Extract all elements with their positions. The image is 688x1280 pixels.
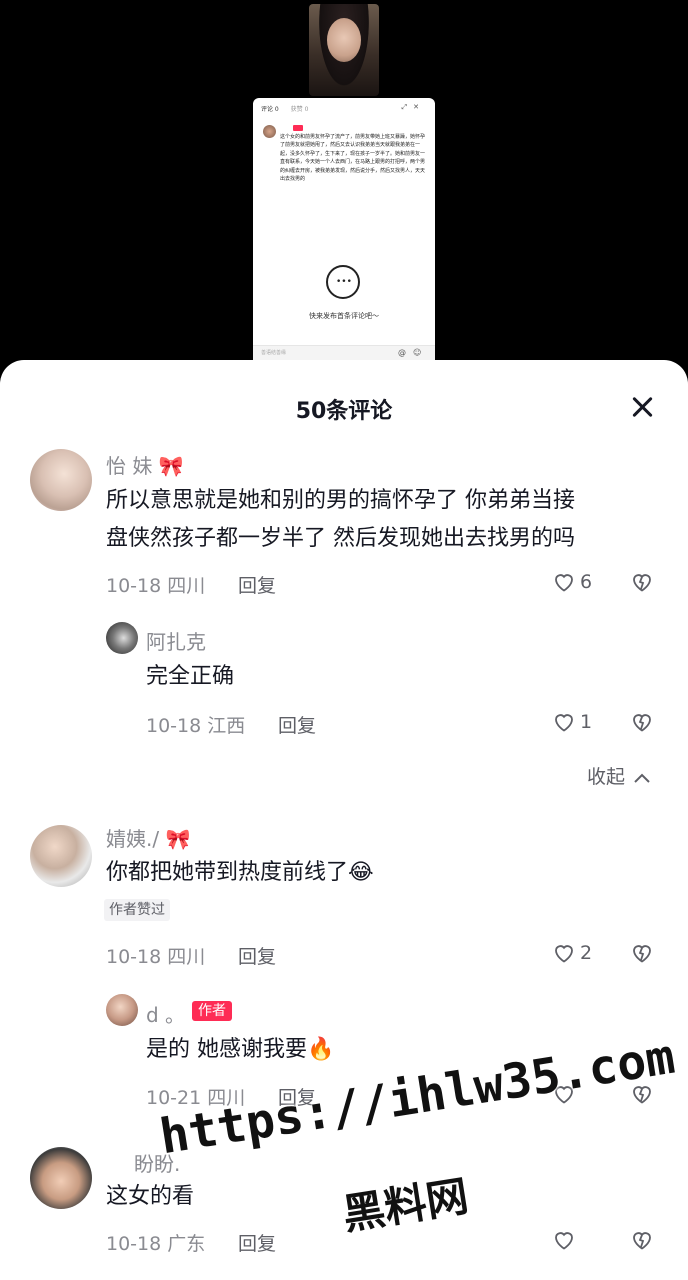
heart-icon (555, 714, 573, 732)
avatar[interactable] (30, 449, 92, 511)
dislike-button[interactable] (630, 1228, 656, 1254)
close-icon[interactable] (626, 391, 658, 423)
like-button[interactable] (552, 1228, 582, 1254)
comment-date-location: 10-18 广东 (106, 1233, 206, 1255)
broken-heart-icon (633, 945, 651, 963)
bow-icon: 🎀 (158, 454, 184, 478)
like-count: 6 (580, 571, 593, 593)
emoji-icon: ☺ (413, 348, 422, 357)
overlay-input: 善语结善缘 @ ☺ (253, 345, 435, 360)
comment-bubble-icon: ••• (326, 265, 360, 299)
avatar[interactable] (30, 825, 92, 887)
at-icon: @ (398, 348, 406, 357)
heart-icon (555, 1232, 573, 1250)
laughing-emoji-icon: 😂 (348, 860, 374, 885)
heart-icon (555, 945, 573, 963)
broken-heart-icon (633, 574, 651, 592)
avatar[interactable] (106, 622, 138, 654)
broken-heart-icon (633, 1232, 651, 1250)
collapse-replies-button[interactable]: 收起 (587, 762, 651, 789)
overlay-empty-text: 快来发布首条评论吧～ (309, 312, 379, 320)
comment-count-title: 50条评论 (295, 399, 393, 424)
overlay-text: 这个女的和前男友怀孕了流产了，前男友带她上班又暴躁，她怀孕了前男友就把她甩了，然… (280, 134, 426, 183)
like-button[interactable]: 1 (552, 710, 602, 736)
dislike-button[interactable] (630, 570, 656, 596)
comment-username[interactable]: 怡 妹 🎀 (106, 450, 184, 479)
reply-username[interactable]: 阿扎克 (146, 626, 206, 655)
reply-button[interactable]: 回复 (278, 1083, 316, 1110)
dislike-button[interactable] (630, 941, 656, 967)
comment-sheet: 50条评论 怡 妹 🎀 所以意思就是她和别的男的搞怀孕了 你弟弟当接 盘侠然孩子… (0, 360, 688, 1280)
overlay-window-icons: ⤢✕ (401, 103, 425, 111)
overlay-tabs: 评论 0 获赞 0 (261, 106, 309, 113)
overlay-avatar (263, 125, 276, 138)
author-liked-tag: 作者赞过 (104, 899, 170, 921)
avatar[interactable] (106, 994, 138, 1026)
reply-text[interactable]: 是的 她感谢我要🔥 (146, 1031, 334, 1069)
like-button[interactable] (552, 1082, 582, 1108)
bow-icon: 🎀 (165, 827, 191, 851)
reply-date-location: 10-21 四川 (146, 1087, 246, 1109)
reply-username[interactable]: d 。 (146, 999, 185, 1028)
comment-date-location: 10-18 四川 (106, 946, 206, 968)
reply-button[interactable]: 回复 (238, 1229, 276, 1256)
video-area[interactable]: 评论 0 获赞 0 ⤢✕ 这个女的和前男友怀孕了流产了，前男友带她上班又暴躁，她… (0, 0, 688, 360)
comment-username[interactable]: 婧姨./ 🎀 (106, 823, 190, 852)
comment-date-location: 10-18 四川 (106, 575, 206, 597)
author-badge: 作者 (192, 1001, 232, 1021)
overlay-author-tag (293, 125, 303, 131)
broken-heart-icon (633, 714, 651, 732)
like-count: 1 (580, 711, 593, 733)
reply-button[interactable]: 回复 (238, 571, 276, 598)
reply-button[interactable]: 回复 (238, 942, 276, 969)
comment-username[interactable]: 盼盼. (134, 1148, 180, 1177)
comment-text[interactable]: 所以意思就是她和别的男的搞怀孕了 你弟弟当接 盘侠然孩子都一岁半了 然后发现她出… (106, 482, 666, 558)
broken-heart-icon (633, 1086, 651, 1104)
heart-icon (555, 1086, 573, 1104)
reply-button[interactable]: 回复 (278, 711, 316, 738)
like-button[interactable]: 2 (552, 941, 602, 967)
dislike-button[interactable] (630, 710, 656, 736)
like-count: 2 (580, 942, 593, 964)
camera-thumbnail (309, 4, 379, 96)
reply-date-location: 10-18 江西 (146, 715, 246, 737)
dislike-button[interactable] (630, 1082, 656, 1108)
comment-text[interactable]: 你都把她带到热度前线了😂 (106, 854, 374, 892)
avatar[interactable] (30, 1147, 92, 1209)
like-button[interactable]: 6 (552, 570, 602, 596)
heart-icon (555, 574, 573, 592)
fire-emoji-icon: 🔥 (307, 1037, 335, 1062)
reply-text[interactable]: 完全正确 (146, 658, 234, 696)
comment-text[interactable]: 这女的看 (106, 1178, 194, 1216)
chevron-up-icon (634, 773, 650, 783)
screenshot-overlay: 评论 0 获赞 0 ⤢✕ 这个女的和前男友怀孕了流产了，前男友带她上班又暴躁，她… (253, 98, 435, 360)
